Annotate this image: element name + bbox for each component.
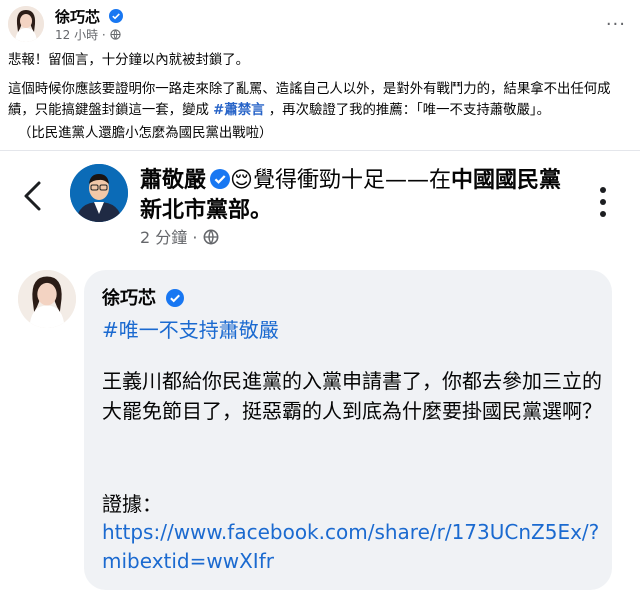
author-name-text[interactable]: 徐巧芯: [55, 8, 100, 26]
location-suffix: 。: [250, 198, 273, 223]
comment-hashtag-link[interactable]: #唯一不支持蕭敬嚴: [102, 314, 279, 343]
post-text: 悲報！留個言，十分鐘以內就被封鎖了。 這個時候你應該要證明你一路走來除了亂罵、造…: [8, 50, 628, 144]
globe-icon: [203, 229, 219, 245]
post-paragraph-1: 悲報！留個言，十分鐘以內就被封鎖了。: [8, 53, 250, 68]
divider: [0, 150, 640, 151]
meta-separator: ·: [101, 28, 106, 42]
activity-text: 覺得衝勁十足——在: [252, 168, 451, 193]
more-options-button[interactable]: ···: [606, 14, 626, 35]
author-avatar[interactable]: [8, 6, 44, 42]
comment-bubble: 徐巧芯 #唯一不支持蕭敬嚴 王義川都給你民進黨的入黨申請書了，你都去參加三立的大…: [84, 270, 612, 590]
evidence-label: 證據：: [102, 492, 162, 516]
globe-icon: [109, 29, 121, 40]
post-paragraph-2-end: ，再次驗證了我的推薦：「唯一不支持蕭敬嚴」。: [264, 103, 550, 118]
verified-badge-icon: [109, 9, 124, 23]
comment-author[interactable]: 徐巧芯: [102, 284, 185, 310]
page-name[interactable]: 蕭敬嚴: [140, 168, 206, 193]
activity-header: 蕭敬嚴 😌覺得衝勁十足——在中國國民黨新北市黨部。: [140, 166, 570, 226]
hashtag-link[interactable]: #蕭禁言: [213, 103, 264, 118]
verified-badge-icon: [166, 288, 185, 307]
meta-separator: ·: [192, 228, 198, 247]
commenter-avatar[interactable]: [18, 270, 76, 328]
page-avatar[interactable]: [70, 164, 128, 222]
feeling-emoji: 😌: [230, 168, 253, 193]
post-paragraph-3: （比民進黨人還膽小怎麼為國民黨出戰啦）: [18, 126, 273, 141]
evidence-url-link[interactable]: https://www.facebook.com/share/r/173UCnZ…: [102, 518, 602, 576]
author-name[interactable]: 徐巧芯: [55, 6, 124, 27]
comment-author-name[interactable]: 徐巧芯: [102, 288, 156, 309]
post-time[interactable]: 12 小時: [55, 28, 98, 42]
screenshot-post-time[interactable]: 2 分鐘: [140, 228, 187, 247]
back-arrow-icon[interactable]: [20, 180, 46, 212]
verified-badge-icon: [210, 169, 231, 189]
comment-body: 王義川都給你民進黨的入黨申請書了，你都去參加三立的大罷免節目了，挺惡霸的人到底為…: [102, 369, 602, 423]
attached-screenshot[interactable]: 蕭敬嚴 😌覺得衝勁十足——在中國國民黨新北市黨部。 2 分鐘 · 徐巧芯 #唯一…: [0, 150, 640, 590]
more-vertical-icon[interactable]: [594, 182, 612, 222]
screenshot-post-meta: 2 分鐘 ·: [140, 224, 219, 248]
post-meta: 12 小時 ·: [55, 26, 121, 43]
post-paragraph-2: 這個時候你應該要證明你一路走來除了亂罵、造謠自己人以外，是對外有戰鬥力的，結果拿…: [8, 79, 628, 121]
post-header: 徐巧芯 12 小時 · ···: [0, 0, 640, 48]
